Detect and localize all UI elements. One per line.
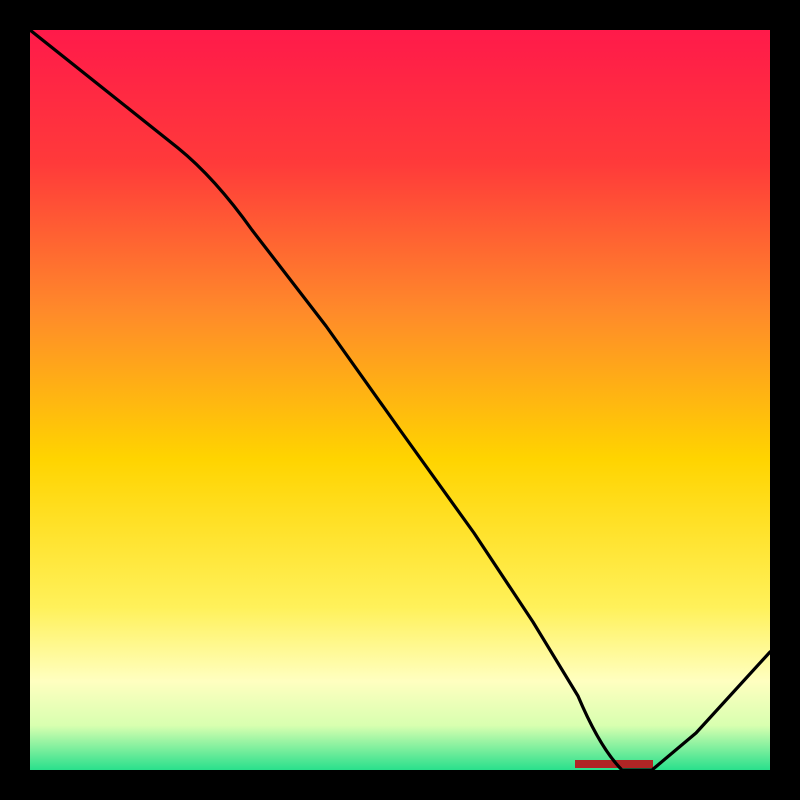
plot-background-gradient (30, 30, 770, 770)
bottleneck-chart (0, 0, 800, 800)
chart-frame: TheBottleneck.com (0, 0, 800, 800)
